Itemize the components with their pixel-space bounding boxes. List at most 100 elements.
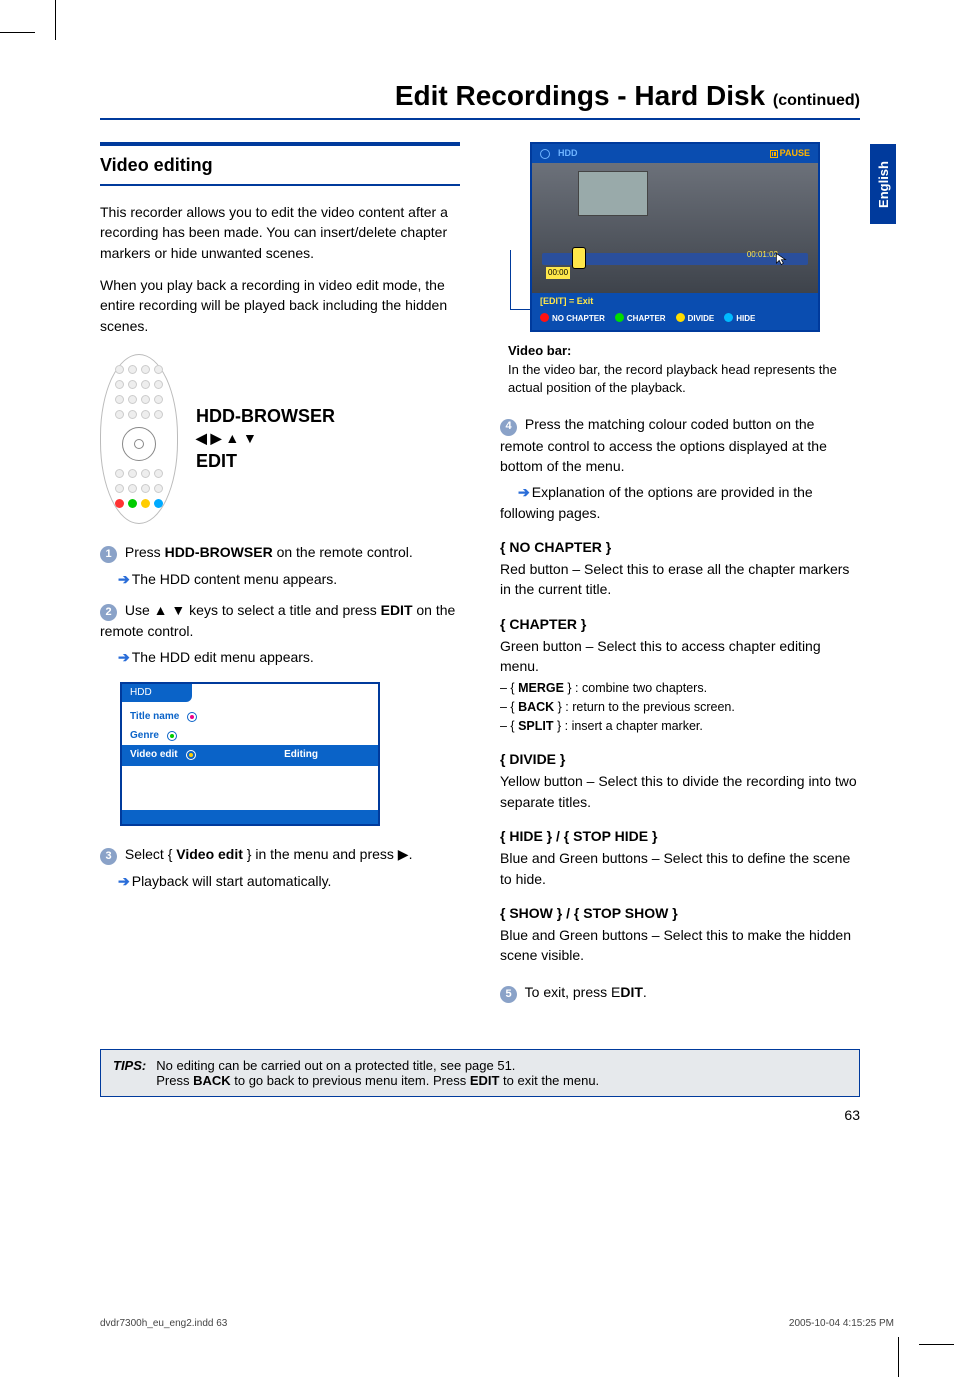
left-column: Video editing This recorder allows you t… bbox=[100, 142, 460, 1009]
intro-paragraph-2: When you play back a recording in video … bbox=[100, 275, 460, 336]
time-start: 00:00 bbox=[546, 267, 570, 279]
step-1-text-b: HDD-BROWSER bbox=[165, 544, 273, 560]
step-4: 4 Press the matching colour coded button… bbox=[500, 414, 860, 476]
step-5-text-c: . bbox=[643, 984, 647, 1000]
opt-hide-body: Blue and Green buttons – Select this to … bbox=[500, 848, 860, 889]
video-panel-top: HDD PAUSE bbox=[532, 144, 818, 163]
remote-label-edit: EDIT bbox=[196, 449, 335, 474]
opt-chapter-body: Green button – Select this to access cha… bbox=[500, 636, 860, 677]
tips-line2-e: to exit the menu. bbox=[499, 1073, 599, 1088]
step-3: 3 Select { Video edit } in the menu and … bbox=[100, 844, 460, 865]
step-2-text-a: Use ▲ ▼ keys to select a title and press bbox=[125, 602, 381, 618]
step-number-icon: 1 bbox=[100, 546, 117, 563]
step-1-sub-text: The HDD content menu appears. bbox=[132, 571, 337, 587]
thumbnail-icon bbox=[578, 171, 648, 216]
tips-body: No editing can be carried out on a prote… bbox=[156, 1058, 599, 1088]
crop-mark bbox=[898, 1337, 899, 1377]
opt-chapter-list: – { MERGE } : combine two chapters. – { … bbox=[500, 679, 860, 735]
arrow-icon: ➔ bbox=[118, 649, 130, 665]
crop-mark bbox=[919, 1344, 954, 1345]
cursor-icon bbox=[774, 251, 790, 265]
opt-nochapter-heading: { NO CHAPTER } bbox=[500, 537, 860, 557]
two-column-layout: Video editing This recorder allows you t… bbox=[100, 142, 860, 1009]
step-number-icon: 4 bbox=[500, 419, 517, 436]
step-3-text-c: } in the menu and press ▶. bbox=[243, 846, 413, 862]
opt-merge: – { MERGE } : combine two chapters. bbox=[500, 679, 860, 697]
step-2-text-b: EDIT bbox=[381, 602, 413, 618]
callout-line bbox=[510, 250, 532, 310]
opt-divide-heading: { DIVIDE } bbox=[500, 749, 860, 769]
step-3-sub: ➔Playback will start automatically. bbox=[100, 871, 460, 891]
step-3-text-b: Video edit bbox=[176, 846, 243, 862]
vb-caption-body: In the video bar, the record playback he… bbox=[508, 362, 837, 396]
step-1-text-a: Press bbox=[125, 544, 165, 560]
remote-label-arrows: ◀ ▶ ▲ ▼ bbox=[196, 429, 335, 449]
step-2-sub-text: The HDD edit menu appears. bbox=[132, 649, 314, 665]
hdd-row-title-name: Title name bbox=[122, 708, 378, 727]
vp-hdd-label: HDD bbox=[558, 147, 578, 160]
btn-chapter: CHAPTER bbox=[615, 313, 666, 325]
opt-split: – { SPLIT } : insert a chapter marker. bbox=[500, 717, 860, 735]
remote-labels: HDD-BROWSER ◀ ▶ ▲ ▼ EDIT bbox=[196, 404, 335, 474]
editing-pill: Editing bbox=[272, 747, 330, 764]
yellow-dot-icon bbox=[676, 313, 685, 322]
opt-show-heading: { SHOW } / { STOP SHOW } bbox=[500, 903, 860, 923]
red-dot-icon bbox=[540, 313, 549, 322]
arrow-icon: ➔ bbox=[118, 571, 130, 587]
step-2: 2 Use ▲ ▼ keys to select a title and pre… bbox=[100, 600, 460, 642]
blue-dot-icon bbox=[724, 313, 733, 322]
print-footer: dvdr7300h_eu_eng2.indd 63 2005-10-04 4:1… bbox=[100, 1318, 894, 1329]
tips-line2-a: Press bbox=[156, 1073, 193, 1088]
hdd-menu-panel: HDD Title name Genre Video editEditing bbox=[120, 682, 380, 826]
edit-exit-label: [EDIT] = Exit bbox=[532, 293, 818, 310]
step-1-sub: ➔The HDD content menu appears. bbox=[100, 569, 460, 589]
remote-label-hdd-browser: HDD-BROWSER bbox=[196, 404, 335, 429]
pause-indicator: PAUSE bbox=[770, 147, 810, 160]
step-4-sub: ➔Explanation of the options are provided… bbox=[500, 482, 860, 523]
intro-paragraph-1: This recorder allows you to edit the vid… bbox=[100, 202, 460, 263]
page-number: 63 bbox=[100, 1107, 860, 1123]
footer-right: 2005-10-04 4:15:25 PM bbox=[789, 1318, 894, 1329]
step-5: 5 To exit, press EDIT. bbox=[500, 982, 860, 1003]
page-content: Edit Recordings - Hard Disk (continued) … bbox=[100, 80, 860, 1123]
crop-mark bbox=[0, 32, 35, 33]
section-heading: Video editing bbox=[100, 142, 460, 186]
page-title: Edit Recordings - Hard Disk (continued) bbox=[100, 80, 860, 120]
step-5-text-a: To exit, press E bbox=[525, 984, 621, 1000]
step-3-sub-text: Playback will start automatically. bbox=[132, 873, 332, 889]
tips-line2-c: to go back to previous menu item. Press bbox=[231, 1073, 470, 1088]
language-label: English bbox=[876, 161, 891, 208]
step-4-text: Press the matching colour coded button o… bbox=[500, 416, 827, 474]
step-4-sub-text: Explanation of the options are provided … bbox=[500, 484, 813, 520]
tips-line2-d: EDIT bbox=[470, 1073, 500, 1088]
btn-no-chapter: NO CHAPTER bbox=[540, 313, 605, 325]
color-button-row: NO CHAPTER CHAPTER DIVIDE HIDE bbox=[532, 310, 818, 330]
opt-show-body: Blue and Green buttons – Select this to … bbox=[500, 925, 860, 966]
disc-icon bbox=[540, 149, 550, 159]
playhead-icon bbox=[572, 247, 586, 269]
opt-back: – { BACK } : return to the previous scre… bbox=[500, 698, 860, 716]
tips-line2-b: BACK bbox=[193, 1073, 231, 1088]
video-preview-area: 00:00 00:01:02 bbox=[532, 163, 818, 293]
hdd-row-genre: Genre bbox=[122, 727, 378, 746]
hdd-tab: HDD bbox=[122, 684, 192, 703]
step-3-text-a: Select { bbox=[125, 846, 176, 862]
remote-outline bbox=[100, 354, 178, 524]
btn-divide: DIVIDE bbox=[676, 313, 715, 325]
step-number-icon: 5 bbox=[500, 986, 517, 1003]
tips-box: TIPS: No editing can be carried out on a… bbox=[100, 1049, 860, 1097]
title-main: Edit Recordings - Hard Disk bbox=[395, 80, 773, 111]
hdd-footer-bar bbox=[122, 810, 378, 824]
step-1-text-c: on the remote control. bbox=[273, 544, 413, 560]
opt-divide-body: Yellow button – Select this to divide th… bbox=[500, 771, 860, 812]
remote-diagram: HDD-BROWSER ◀ ▶ ▲ ▼ EDIT bbox=[100, 354, 460, 524]
opt-hide-heading: { HIDE } / { STOP HIDE } bbox=[500, 826, 860, 846]
vb-caption-title: Video bar: bbox=[508, 343, 571, 358]
footer-left: dvdr7300h_eu_eng2.indd 63 bbox=[100, 1318, 227, 1329]
step-1: 1 Press HDD-BROWSER on the remote contro… bbox=[100, 542, 460, 563]
opt-chapter-heading: { CHAPTER } bbox=[500, 614, 860, 634]
language-tab: English bbox=[870, 144, 896, 224]
pause-icon bbox=[770, 150, 778, 158]
green-dot-icon bbox=[615, 313, 624, 322]
step-number-icon: 2 bbox=[100, 604, 117, 621]
